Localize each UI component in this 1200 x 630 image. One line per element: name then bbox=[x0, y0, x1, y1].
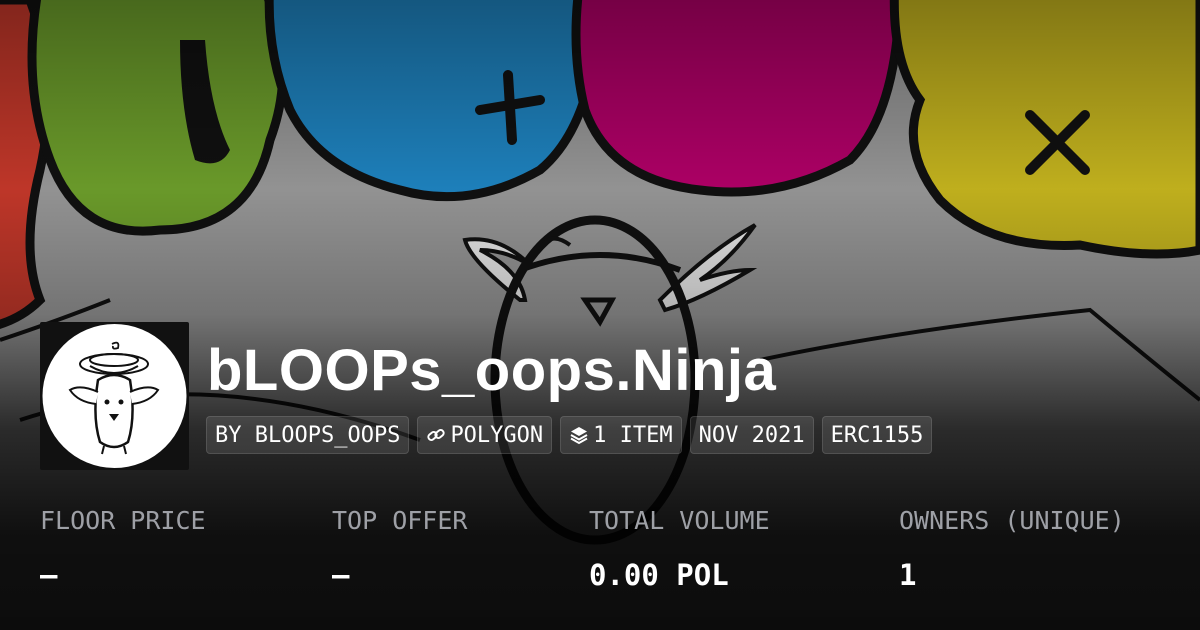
items-tag[interactable]: 1 ITEM bbox=[560, 416, 682, 454]
items-tag-label: 1 ITEM bbox=[593, 422, 673, 448]
total-volume-value: 0.00 POL bbox=[589, 558, 729, 592]
date-tag: NOV 2021 bbox=[689, 416, 814, 454]
owners-value: 1 bbox=[899, 558, 917, 592]
layers-icon bbox=[570, 427, 588, 445]
link-icon bbox=[427, 429, 446, 441]
floor-price-stat: FLOOR PRICE – bbox=[40, 504, 206, 594]
floor-price-value: – bbox=[40, 558, 58, 592]
floor-price-label: FLOOR PRICE bbox=[40, 506, 206, 535]
top-offer-stat: TOP OFFER – bbox=[332, 504, 467, 594]
creator-tag-label: BY BLOOPS_OOPS bbox=[215, 422, 401, 448]
owners-label: OWNERS (UNIQUE) bbox=[899, 506, 1125, 535]
collection-avatar[interactable] bbox=[40, 322, 189, 470]
total-volume-label: TOTAL VOLUME bbox=[589, 506, 770, 535]
standard-tag-label: ERC1155 bbox=[830, 422, 924, 448]
collection-share-card: bLOOPs_oops.Ninja BY BLOOPS_OOPS POLYGON… bbox=[0, 0, 1200, 630]
date-tag-label: NOV 2021 bbox=[698, 422, 805, 448]
collection-title: bLOOPs_oops.Ninja bbox=[207, 338, 777, 403]
creator-tag[interactable]: BY BLOOPS_OOPS bbox=[206, 416, 410, 454]
chain-tag[interactable]: POLYGON bbox=[417, 416, 553, 454]
total-volume-stat: TOTAL VOLUME 0.00 POL bbox=[589, 504, 770, 594]
ninja-owl-logo-icon bbox=[42, 324, 187, 468]
owners-stat: OWNERS (UNIQUE) 1 bbox=[899, 504, 1125, 594]
top-offer-value: – bbox=[332, 558, 350, 592]
collection-tags: BY BLOOPS_OOPS POLYGON 1 ITEM NOV 2021 E… bbox=[206, 416, 933, 454]
chain-tag-label: POLYGON bbox=[450, 422, 544, 448]
top-offer-label: TOP OFFER bbox=[332, 506, 468, 535]
standard-tag: ERC1155 bbox=[821, 416, 933, 454]
